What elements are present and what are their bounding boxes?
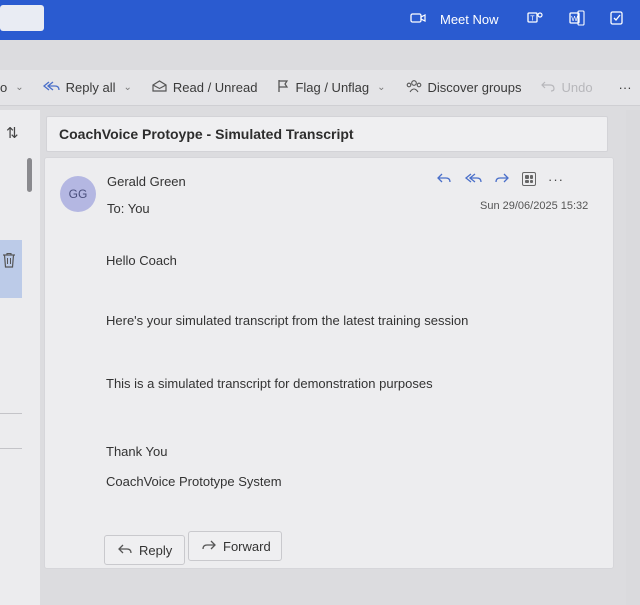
- app-header: Meet Now T W: [0, 0, 640, 40]
- forward-icon: [201, 538, 217, 554]
- reply-button[interactable]: Reply: [104, 535, 185, 565]
- discover-groups-label: Discover groups: [427, 80, 522, 95]
- message-subject: CoachVoice Protoype - Simulated Transcri…: [46, 116, 608, 152]
- avatar-initials: GG: [68, 187, 88, 201]
- more-options-button[interactable]: ···: [603, 70, 640, 105]
- partial-command[interactable]: o ⌄: [0, 70, 32, 105]
- body-line-1: Here's your simulated transcript from th…: [106, 313, 469, 328]
- body-signature: CoachVoice Prototype System: [106, 474, 282, 489]
- body-line-2: This is a simulated transcript for demon…: [106, 376, 433, 391]
- flag-unflag-button[interactable]: Flag / Unflag ⌄: [267, 70, 395, 105]
- body-greeting: Hello Coach: [106, 253, 177, 268]
- apps-icon[interactable]: [522, 172, 536, 186]
- reply-icon[interactable]: [436, 171, 452, 188]
- search-box[interactable]: [0, 5, 44, 31]
- reply-label: Reply: [139, 542, 173, 558]
- forward-button[interactable]: Forward: [188, 531, 282, 561]
- word-icon[interactable]: W: [568, 9, 586, 27]
- right-scroll-area: [626, 110, 640, 605]
- reply-all-icon: [42, 80, 60, 95]
- divider: [0, 448, 22, 449]
- envelope-icon: [152, 80, 167, 95]
- message-date: Sun 29/06/2025 15:32: [480, 200, 589, 212]
- flag-unflag-label: Flag / Unflag: [295, 80, 370, 95]
- scrollbar-thumb[interactable]: [27, 158, 32, 192]
- sort-icon[interactable]: ⇅: [6, 124, 19, 142]
- chevron-down-icon[interactable]: ⌄: [377, 82, 385, 93]
- meet-now-label: Meet Now: [440, 11, 499, 27]
- reply-all-button[interactable]: Reply all ⌄: [32, 70, 142, 105]
- more-icon[interactable]: ···: [548, 172, 564, 187]
- sender-name[interactable]: Gerald Green: [107, 174, 186, 189]
- message-list-edge: [0, 110, 40, 605]
- todo-icon[interactable]: [608, 9, 626, 27]
- message-actions: ···: [436, 169, 564, 189]
- undo-label: Undo: [561, 80, 593, 95]
- message-card: [44, 157, 614, 569]
- trash-icon[interactable]: [2, 252, 16, 271]
- reply-icon: [117, 542, 133, 558]
- recipient-line: To: You: [107, 201, 150, 216]
- chevron-down-icon[interactable]: ⌄: [123, 82, 131, 93]
- forward-icon[interactable]: [494, 171, 510, 188]
- subject-text: CoachVoice Protoype - Simulated Transcri…: [59, 126, 354, 142]
- chevron-down-icon: ⌄: [15, 82, 24, 93]
- undo-button[interactable]: Undo: [531, 70, 602, 105]
- command-toolbar: o ⌄ Reply all ⌄ Read / Unread Flag / Unf…: [0, 70, 640, 106]
- avatar[interactable]: GG: [60, 176, 96, 212]
- svg-text:W: W: [571, 16, 578, 23]
- body-signoff: Thank You: [106, 444, 168, 459]
- discover-groups-button[interactable]: Discover groups: [396, 70, 532, 105]
- divider: [0, 413, 22, 414]
- reply-all-icon[interactable]: [464, 171, 482, 188]
- flag-icon: [277, 79, 289, 96]
- svg-text:T: T: [530, 16, 535, 23]
- reply-all-label: Reply all: [65, 80, 116, 95]
- meet-now-button[interactable]: Meet Now: [410, 10, 499, 28]
- forward-label: Forward: [223, 538, 271, 554]
- read-unread-button[interactable]: Read / Unread: [142, 70, 268, 105]
- more-icon: ···: [618, 80, 632, 95]
- read-unread-label: Read / Unread: [172, 80, 258, 95]
- teams-icon[interactable]: T: [526, 9, 544, 27]
- undo-icon: [541, 80, 556, 95]
- video-icon: [410, 12, 426, 27]
- partial-command-label: o: [0, 80, 8, 95]
- groups-icon: [406, 79, 422, 96]
